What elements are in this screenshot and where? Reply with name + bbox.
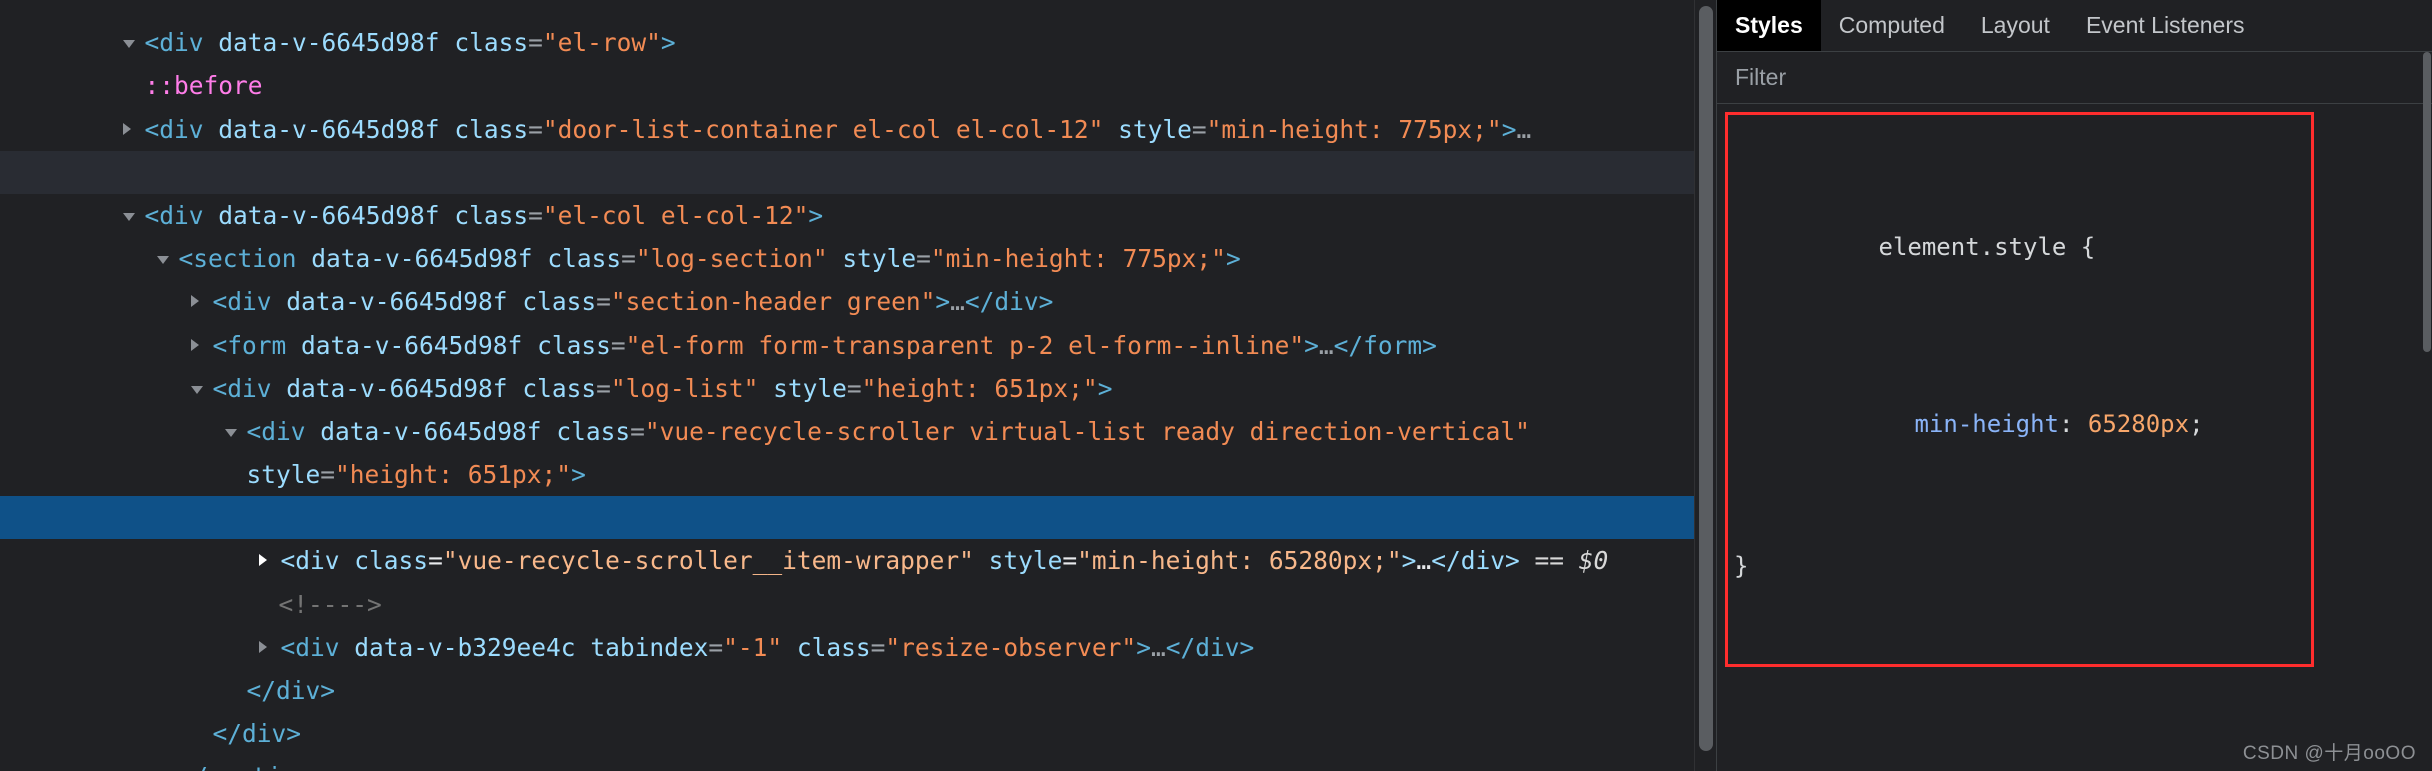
dom-tree-row-log-section[interactable]: <section data-v-6645d98f class="log-sect… [0, 194, 1716, 273]
dom-tree-row-close-div[interactable]: </div> [0, 626, 1716, 705]
dom-tree-row-close-div[interactable]: </div> [0, 669, 1716, 748]
dom-tree-row-door-list-container[interactable]: <div data-v-6645d98f class="door-list-co… [0, 64, 1716, 144]
dom-tree-row-vue-recycle-scroller[interactable]: <div data-v-6645d98f class="vue-recycle-… [0, 367, 1716, 446]
dom-tree-scrollbar-thumb[interactable] [1699, 6, 1713, 751]
dom-tree-row-close-div[interactable]: </div> [0, 755, 1716, 771]
dom-tree-row-selected-item-wrapper[interactable]: <div class="vue-recycle-scroller__item-w… [0, 496, 1700, 575]
dom-tree-row-close-div[interactable]: </div> [0, 108, 1716, 187]
tab-event-listeners-label: Event Listeners [2085, 12, 2245, 38]
dom-tree-row-style-continuation[interactable]: style="height: 651px;"> [0, 410, 1716, 489]
dom-tree-row-comment[interactable]: <!----> [0, 539, 1716, 619]
dom-tree-row-close-section[interactable]: </section> [0, 712, 1716, 771]
dom-tree-row-log-list[interactable]: <div data-v-6645d98f class="log-list" st… [0, 324, 1716, 403]
tab-computed-label: Computed [1838, 12, 1945, 38]
tab-event-listeners[interactable]: Event Listeners [2068, 0, 2263, 51]
rule-selector-line: element.style { [1878, 232, 2096, 261]
rule-close-brace: } [1734, 552, 1749, 580]
styles-rules-list[interactable]: element.style { min-height: 65280px; } .… [1717, 104, 2432, 771]
styles-scrollbar[interactable] [2422, 52, 2432, 771]
tab-styles-label: Styles [1735, 12, 1803, 38]
rule-element-style[interactable]: element.style { min-height: 65280px; } [1725, 112, 2314, 667]
declaration-min-height[interactable]: min-height: 65280px; [1728, 372, 2311, 479]
styles-filter-row[interactable] [1717, 52, 2432, 104]
tab-computed[interactable]: Computed [1821, 0, 1963, 51]
dom-tree-row-resize-observer[interactable]: <div data-v-b329ee4c tabindex="-1" class… [0, 583, 1716, 662]
declaration-value[interactable]: 65280px [2088, 410, 2189, 438]
tab-styles[interactable]: Styles [1717, 0, 1821, 51]
dom-tree-scrollbar[interactable] [1694, 0, 1716, 771]
elements-dom-tree-panel[interactable]: <div data-v-6645d98f class="el-row"> ::b… [0, 0, 1716, 771]
devtools-window: <div data-v-6645d98f class="el-row"> ::b… [0, 0, 2432, 771]
dom-tree-row-comment[interactable]: <!----> [0, 453, 1716, 532]
declaration-property[interactable]: min-height [1915, 410, 2060, 438]
tab-layout-label: Layout [1980, 12, 2050, 38]
dom-tree-row[interactable]: <div data-v-6645d98f class="el-row"> [0, 0, 1716, 57]
dom-tree-row-el-form[interactable]: <form data-v-6645d98f class="el-form for… [0, 280, 1716, 360]
styles-filter-input[interactable] [1733, 63, 2416, 92]
styles-scrollbar-thumb[interactable] [2423, 52, 2431, 352]
watermark-text: CSDN @十月ooOO [2242, 743, 2416, 764]
dom-tree-row-section-header[interactable]: <div data-v-6645d98f class="section-head… [0, 237, 1716, 316]
dom-tree-row-pseudo-before[interactable]: ::before [0, 21, 1716, 100]
styles-tab-bar[interactable]: Styles Computed Layout Event Listeners [1717, 0, 2432, 52]
styles-sidebar-pane[interactable]: Styles Computed Layout Event Listeners e… [1716, 0, 2432, 771]
tab-layout[interactable]: Layout [1963, 0, 2068, 51]
dom-tree-row-el-col[interactable]: <div data-v-6645d98f class="el-col el-co… [0, 150, 1716, 230]
rule-selector: element.style [1878, 232, 2067, 261]
